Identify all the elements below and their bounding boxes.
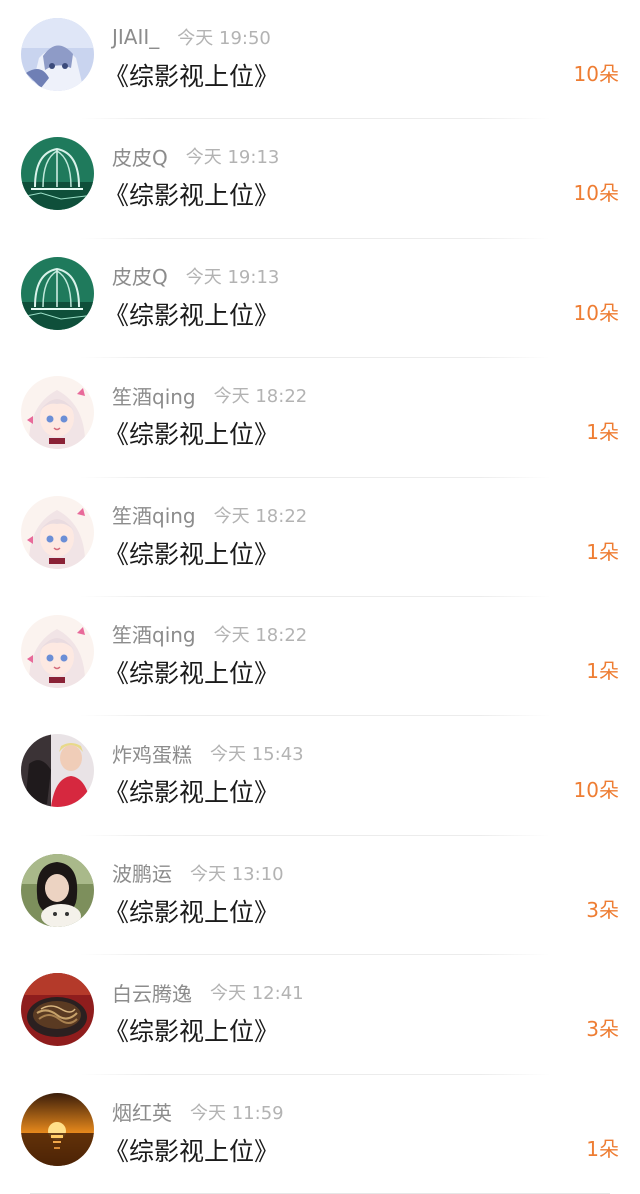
username[interactable]: 波鹏运 [112,858,172,887]
book-title: 《综影视上位》 [104,778,280,808]
flower-count: 3朵 [586,897,619,922]
timestamp: 今天 19:13 [185,147,280,169]
book-title: 《综影视上位》 [104,62,280,91]
timestamp: 今天 18:22 [213,624,308,646]
avatar[interactable] [21,853,94,927]
flower-count: 1朵 [586,420,619,445]
anime-girl-pink-icon [21,495,94,569]
timestamp: 今天 18:22 [213,386,308,408]
list-item[interactable]: 波鹏运 今天 13:10 《综影视上位》 3朵 [0,836,640,956]
item-meta: JIAII_ 今天 19:50 [112,24,271,50]
username[interactable]: 皮皮Q [112,142,168,171]
avatar[interactable] [21,376,94,450]
item-meta: 白云腾逸 今天 12:41 [112,978,304,1007]
book-title: 《综影视上位》 [104,181,280,211]
list-item[interactable]: 笙酒qing 今天 18:22 《综影视上位》 1朵 [0,478,640,597]
list-item[interactable]: 炸鸡蛋糕 今天 15:43 《综影视上位》 10朵 [0,716,640,836]
timestamp: 今天 18:22 [213,505,308,527]
timestamp: 今天 13:10 [190,863,284,885]
book-title: 《综影视上位》 [104,1136,280,1166]
username[interactable]: 笙酒qing [112,500,196,529]
flower-count: 1朵 [586,539,619,564]
book-title: 《综影视上位》 [104,1017,280,1047]
list-item[interactable]: 白云腾逸 今天 12:41 《综影视上位》 3朵 [0,955,640,1075]
avatar[interactable] [21,614,94,688]
timestamp: 今天 19:13 [185,266,280,288]
sunset-sea-icon [21,1092,94,1166]
username[interactable]: 炸鸡蛋糕 [112,739,192,768]
username[interactable]: 笙酒qing [112,381,196,410]
list-item[interactable]: JIAII_ 今天 19:50 《综影视上位》 10朵 [0,0,640,120]
book-title: 《综影视上位》 [104,300,280,330]
avatar[interactable] [21,256,94,330]
book-title: 《综影视上位》 [104,420,280,450]
list-item[interactable]: 皮皮Q 今天 19:13 《综影视上位》 10朵 [0,119,640,239]
green-gazebo-icon [21,256,94,330]
noodles-plate-icon [21,973,94,1047]
list-item[interactable]: 烟红英 今天 11:59 《综影视上位》 1朵 [0,1075,640,1194]
item-meta: 笙酒qing 今天 18:22 [112,502,307,528]
avatar[interactable] [21,734,94,808]
book-title: 《综影视上位》 [104,897,280,927]
flower-count: 10朵 [573,62,619,86]
flower-count: 3朵 [586,1017,619,1042]
timestamp: 今天 11:59 [190,1102,284,1124]
anime-girl-blue-icon [21,18,94,91]
green-gazebo-icon [21,137,94,211]
username[interactable]: 白云腾逸 [112,978,192,1007]
avatar[interactable] [21,973,94,1047]
timestamp: 今天 15:43 [210,744,304,766]
list-item[interactable]: 皮皮Q 今天 19:13 《综影视上位》 10朵 [0,239,640,359]
avatar[interactable] [21,495,94,569]
girl-with-dog-icon [21,853,94,927]
flower-count: 10朵 [573,181,619,206]
item-meta: 烟红英 今天 11:59 [112,1099,284,1125]
item-meta: 笙酒qing 今天 18:22 [112,381,308,410]
username[interactable]: 烟红英 [112,1097,172,1126]
avatar[interactable] [21,18,94,91]
username[interactable]: JIAII_ [112,25,159,49]
avatar[interactable] [21,1092,94,1166]
username[interactable]: 皮皮Q [112,261,168,290]
list-item[interactable]: 笙酒qing 今天 18:22 《综影视上位》 1朵 [0,358,640,478]
flower-count: 10朵 [573,300,619,325]
flower-count: 10朵 [573,778,619,803]
flower-count: 1朵 [586,658,619,683]
item-meta: 波鹏运 今天 13:10 [112,860,284,886]
list-item[interactable]: 笙酒qing 今天 18:22 《综影视上位》 1朵 [0,597,640,717]
timestamp: 今天 19:50 [177,28,271,49]
gift-record-list: JIAII_ 今天 19:50 《综影视上位》 10朵 皮皮Q 今天 19:13… [0,0,640,1194]
item-meta: 皮皮Q 今天 19:13 [112,263,279,289]
person-photo-icon [21,734,94,808]
book-title: 《综影视上位》 [104,658,280,688]
item-meta: 炸鸡蛋糕 今天 15:43 [112,739,304,768]
flower-count: 1朵 [586,1136,619,1161]
item-meta: 笙酒qing 今天 18:22 [112,621,307,647]
book-title: 《综影视上位》 [104,539,280,569]
anime-girl-pink-icon [21,614,94,688]
username[interactable]: 笙酒qing [112,619,196,648]
anime-girl-pink-icon [21,376,94,450]
avatar[interactable] [21,137,94,211]
item-meta: 皮皮Q 今天 19:13 [112,142,280,171]
timestamp: 今天 12:41 [210,983,304,1005]
